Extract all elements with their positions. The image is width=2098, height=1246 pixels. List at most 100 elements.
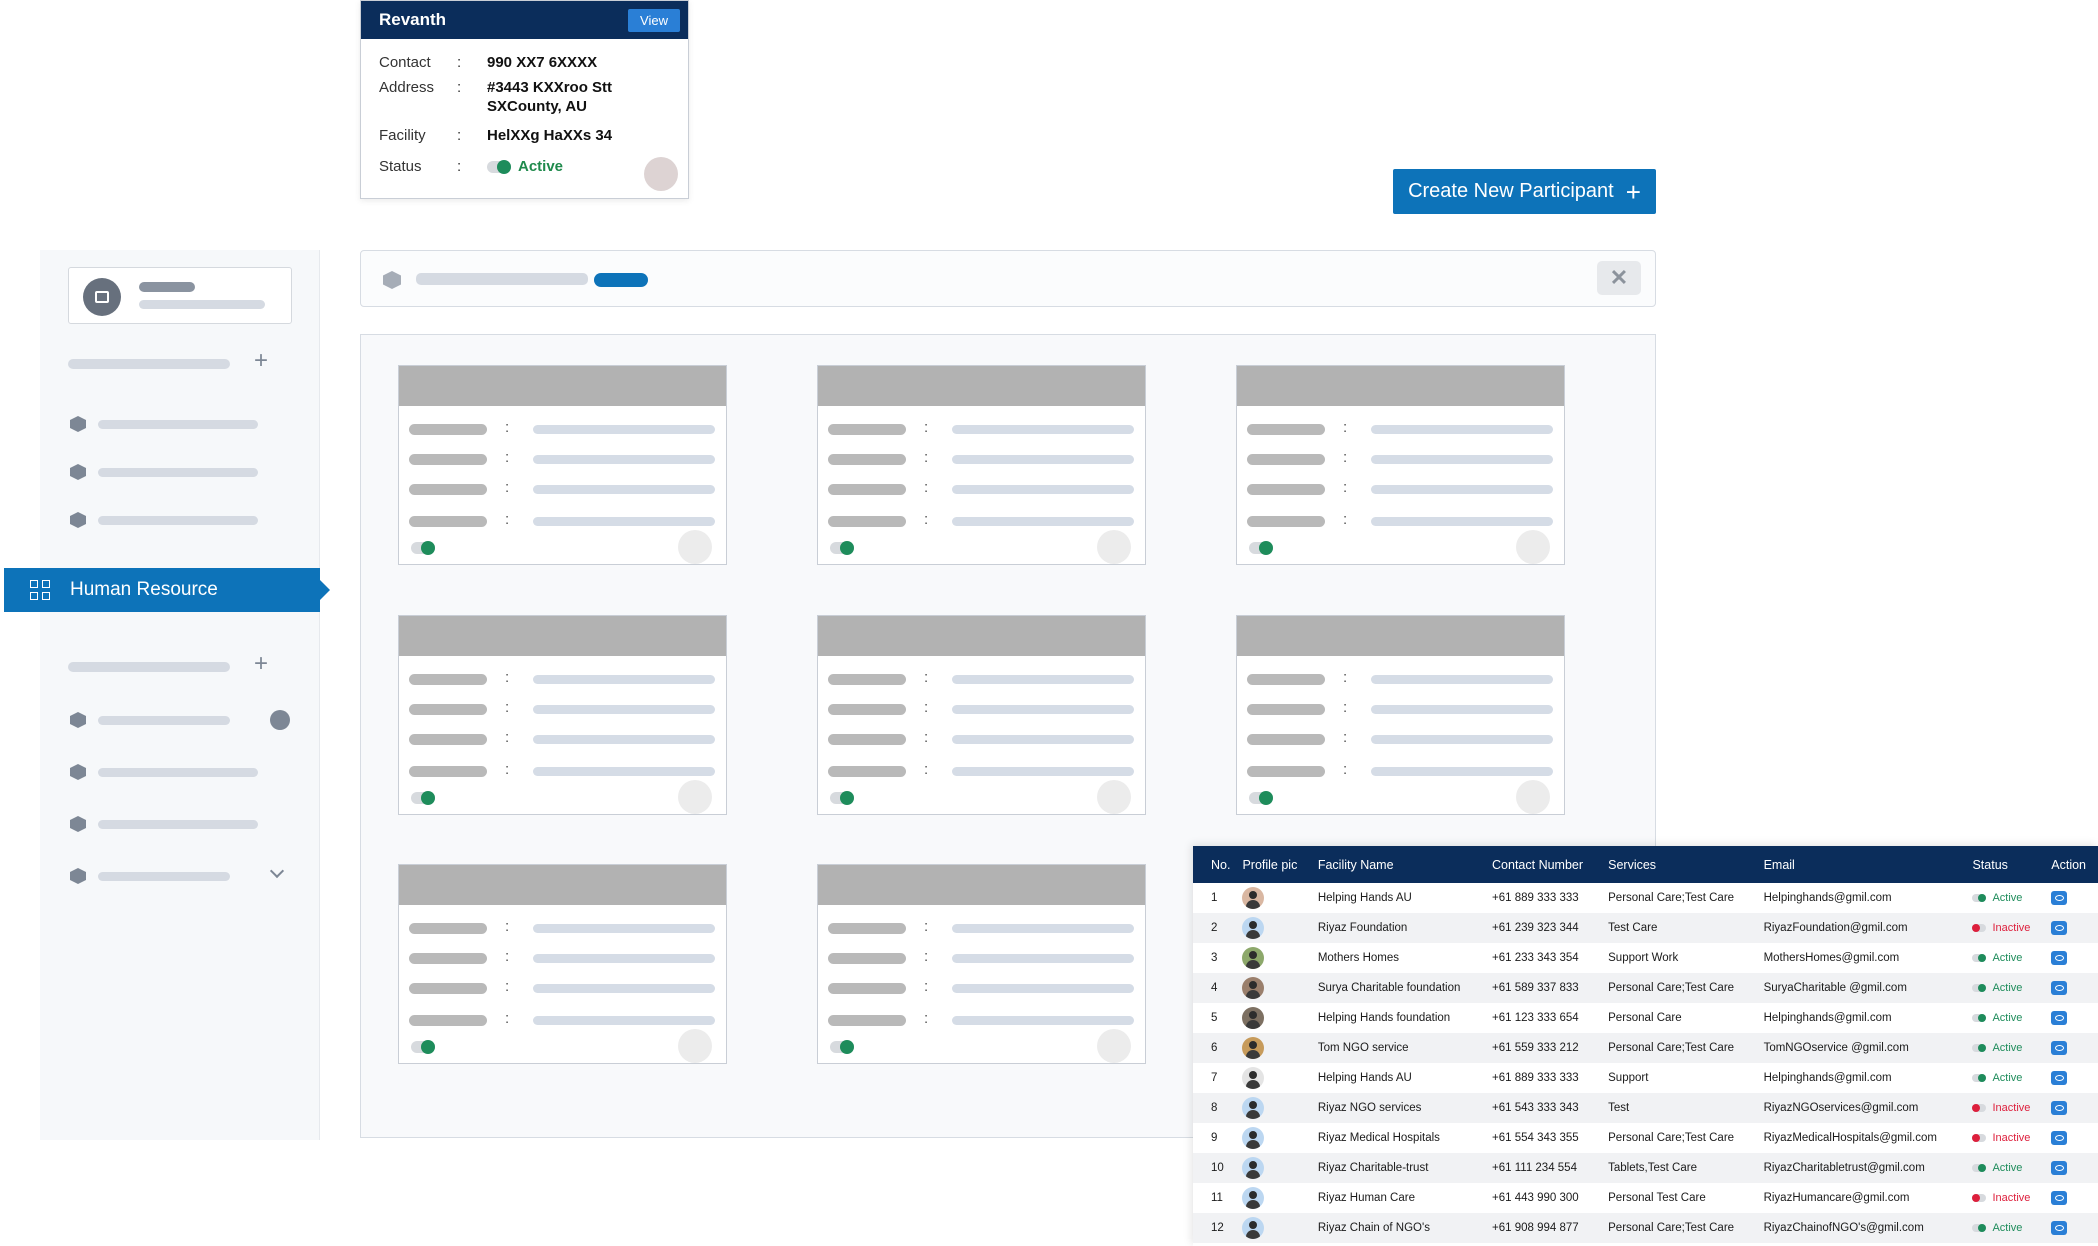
table-row[interactable]: 1 Helping Hands AU +61 889 333 333 Personal… (1193, 883, 2098, 913)
participant-card[interactable]: :::: (1236, 365, 1565, 565)
card-colon: : (1343, 729, 1348, 746)
status-toggle[interactable] (830, 541, 854, 555)
card-colon: : (924, 511, 929, 528)
status-toggle[interactable] (1972, 1044, 1987, 1052)
eye-icon[interactable] (2051, 921, 2068, 935)
row-number: 9 (1211, 1132, 1218, 1144)
profile-pic-cell (1236, 1093, 1312, 1123)
facility-name: Riyaz Medical Hospitals (1317, 1132, 1440, 1144)
card-field-label-placeholder (828, 454, 906, 465)
menu-item-placeholder[interactable] (98, 516, 258, 525)
status-cell: Active (1966, 1033, 2046, 1063)
sidebar-item-human-resource[interactable]: Human Resource (4, 568, 330, 612)
sidebar-profile-card[interactable] (68, 267, 292, 324)
add-section-icon[interactable]: + (254, 347, 268, 375)
status-toggle[interactable] (1972, 984, 1987, 992)
card-field-value-placeholder (952, 705, 1134, 714)
eye-icon[interactable] (2051, 1161, 2068, 1175)
eye-icon[interactable] (2051, 1041, 2068, 1055)
status-toggle[interactable] (1249, 791, 1273, 805)
column-header[interactable]: Action (2045, 846, 2098, 883)
email: RiyazFoundation@gmil.com (1757, 913, 1967, 943)
add-section-icon[interactable]: + (254, 650, 268, 678)
table-row[interactable]: 3 Mothers Homes +61 233 343 354 Support Wor… (1193, 943, 2098, 973)
filter-bar[interactable]: ✕ (360, 250, 1656, 307)
table-row[interactable]: 12 Riyaz Chain of NGO's +61 908 994 877 Per… (1193, 1213, 2098, 1243)
participant-card[interactable]: :::: (817, 615, 1146, 815)
status-toggle[interactable] (830, 791, 854, 805)
participant-card[interactable]: :::: (817, 864, 1146, 1064)
card-field-value-placeholder (533, 1016, 715, 1025)
status-toggle[interactable] (1972, 1134, 1987, 1142)
participant-card[interactable]: :::: (817, 365, 1146, 565)
menu-item-placeholder[interactable] (98, 820, 258, 829)
card-colon: : (924, 978, 929, 995)
eye-icon[interactable] (2051, 1131, 2068, 1145)
services: Tablets,Test Care (1602, 1153, 1758, 1183)
participant-card[interactable]: :::: (398, 615, 727, 815)
status-toggle[interactable] (1249, 541, 1273, 555)
status-toggle[interactable] (411, 791, 435, 805)
card-field-row: : (409, 918, 715, 935)
column-header[interactable]: Profile pic (1236, 846, 1312, 883)
menu-item-placeholder[interactable] (98, 468, 258, 477)
filter-chip[interactable] (594, 273, 648, 287)
status-toggle[interactable] (411, 541, 435, 555)
eye-icon[interactable] (2051, 1011, 2068, 1025)
menu-item-placeholder[interactable] (98, 768, 258, 777)
chevron-down-icon[interactable] (269, 863, 285, 879)
column-header[interactable]: Status (1966, 846, 2046, 883)
menu-item-placeholder[interactable] (98, 420, 258, 429)
card-colon: : (505, 948, 510, 965)
table-row[interactable]: 8 Riyaz NGO services +61 543 333 343 Test Ri… (1193, 1093, 2098, 1123)
column-header[interactable]: Services (1602, 846, 1758, 883)
card-avatar (1097, 780, 1131, 814)
eye-icon[interactable] (2051, 981, 2068, 995)
table-row[interactable]: 7 Helping Hands AU +61 889 333 333 Support H… (1193, 1063, 2098, 1093)
participant-card[interactable]: :::: (398, 864, 727, 1064)
eye-icon[interactable] (2051, 1101, 2068, 1115)
status-toggle[interactable] (1972, 954, 1987, 962)
participant-card[interactable]: :::: (1236, 615, 1565, 815)
status-toggle[interactable] (487, 159, 511, 174)
column-header[interactable]: Facility Name (1311, 846, 1487, 883)
status-toggle[interactable] (1972, 1164, 1987, 1172)
column-header[interactable]: Contact Number (1486, 846, 1603, 883)
card-field-row: : (828, 479, 1134, 496)
close-icon[interactable]: ✕ (1597, 261, 1641, 295)
card-field-label-placeholder (409, 923, 487, 934)
status-toggle[interactable] (1972, 894, 1987, 902)
table-row[interactable]: 5 Helping Hands foundation +61 123 333 654… (1193, 1003, 2098, 1033)
table-row[interactable]: 4 Surya Charitable foundation +61 589 337 … (1193, 973, 2098, 1003)
column-header[interactable]: Email (1757, 846, 1967, 883)
table-row[interactable]: 11 Riyaz Human Care +61 443 990 300 Persona… (1193, 1183, 2098, 1213)
eye-icon[interactable] (2051, 1221, 2068, 1235)
status-toggle[interactable] (1972, 1194, 1987, 1202)
participant-card[interactable]: :::: (398, 365, 727, 565)
menu-item-placeholder[interactable] (98, 716, 230, 725)
status-toggle[interactable] (1972, 1224, 1987, 1232)
eye-icon[interactable] (2051, 1191, 2068, 1205)
column-header[interactable]: No. (1193, 846, 1237, 883)
plus-icon: + (1625, 176, 1641, 207)
eye-icon[interactable] (2051, 951, 2068, 965)
participant-popup-card: Revanth View Contact : 990 XX7 6XXXX Add… (360, 0, 689, 199)
status-toggle[interactable] (411, 1040, 435, 1054)
status-toggle[interactable] (1972, 1074, 1987, 1082)
status-toggle[interactable] (1972, 924, 1987, 932)
eye-icon[interactable] (2051, 1071, 2068, 1085)
menu-item-placeholder[interactable] (98, 872, 230, 881)
card-colon: : (1343, 419, 1348, 436)
table-row[interactable]: 9 Riyaz Medical Hospitals +61 554 343 355 P… (1193, 1123, 2098, 1153)
status-toggle[interactable] (830, 1040, 854, 1054)
row-number: 1 (1211, 892, 1218, 904)
status-toggle[interactable] (1972, 1104, 1987, 1112)
table-row[interactable]: 6 Tom NGO service +61 559 333 212 Personal … (1193, 1033, 2098, 1063)
eye-icon[interactable] (2051, 891, 2068, 905)
card-field-label-placeholder (1247, 454, 1325, 465)
status-toggle[interactable] (1972, 1014, 1987, 1022)
table-row[interactable]: 10 Riyaz Charitable-trust +61 111 234 554 T… (1193, 1153, 2098, 1183)
create-new-participant-button[interactable]: Create New Participant + (1393, 169, 1656, 214)
table-row[interactable]: 2 Riyaz Foundation +61 239 323 344 Test Car… (1193, 913, 2098, 943)
view-button[interactable]: View (628, 8, 680, 32)
